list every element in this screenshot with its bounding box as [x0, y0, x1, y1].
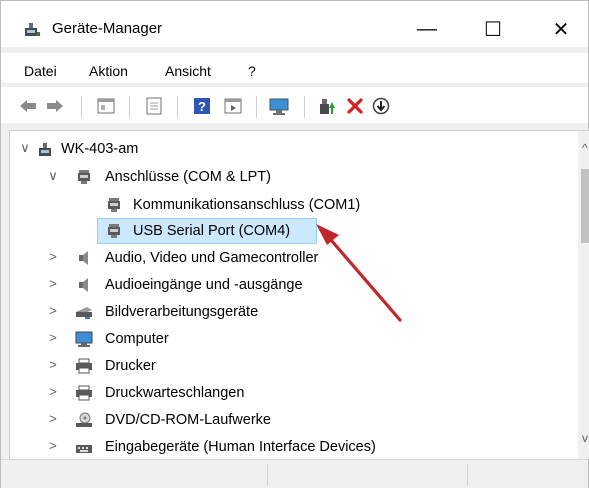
tree-item-label: DVD/CD-ROM-Laufwerke — [105, 412, 271, 428]
expand-icon[interactable]: > — [47, 411, 59, 426]
toolbar-separator — [256, 96, 257, 118]
tree-item-label: Computer — [105, 331, 169, 347]
keyboard-icon — [76, 445, 92, 453]
speaker-icon — [79, 251, 88, 265]
device-tree[interactable]: ^ v — [9, 130, 589, 459]
menu-bar: Datei Aktion Ansicht ? — [1, 53, 588, 83]
tree-item-label: USB Serial Port (COM4) — [133, 223, 291, 239]
tree-item-label: Anschlüsse (COM & LPT) — [105, 169, 271, 185]
tree-item-label: Audio, Video und Gamecontroller — [105, 250, 319, 266]
tree-item-label: Bildverarbeitungsgeräte — [105, 304, 259, 320]
menu-aktion[interactable]: Aktion — [89, 63, 128, 79]
printer-icon — [76, 358, 92, 374]
disable-icon[interactable] — [371, 96, 391, 116]
scrollbar-thumb[interactable] — [581, 169, 589, 243]
status-divider — [467, 464, 468, 486]
port-icon — [108, 224, 120, 238]
window-title: Geräte-Manager — [52, 20, 163, 37]
tree-item-label: Audioeingänge und -ausgänge — [105, 277, 303, 293]
toolbar-separator — [81, 96, 82, 118]
forward-arrow-icon[interactable] — [45, 96, 65, 116]
tree-item-label: Druckwarteschlangen — [105, 385, 245, 401]
maximize-button[interactable]: ☐ — [473, 11, 513, 47]
printer-icon — [76, 385, 92, 401]
view-icon[interactable] — [223, 96, 243, 116]
monitor-icon — [75, 331, 93, 347]
toolbar-separator — [177, 96, 178, 118]
port-icon — [108, 198, 120, 212]
menu-help[interactable]: ? — [248, 63, 256, 79]
properties-icon[interactable] — [96, 96, 116, 116]
help-icon[interactable]: ? — [192, 96, 212, 116]
toolbar-separator — [129, 96, 130, 118]
svg-text:?: ? — [198, 99, 206, 114]
device-manager-app-icon — [25, 23, 40, 36]
expand-icon[interactable]: > — [47, 249, 59, 264]
scroll-down-icon[interactable]: v — [582, 431, 588, 445]
dvd-drive-icon — [76, 412, 92, 427]
tree-root-label: WK-403-am — [61, 141, 139, 157]
collapse-icon[interactable]: ∨ — [47, 168, 59, 184]
vertical-scrollbar[interactable]: ^ v — [578, 131, 589, 459]
port-icon — [78, 170, 90, 184]
scan-hardware-icon[interactable] — [269, 96, 289, 116]
tree-item-label: Eingabegeräte (Human Interface Devices) — [105, 439, 376, 455]
computer-host-icon — [39, 143, 51, 156]
toolbar: ? — [1, 87, 588, 123]
menu-datei[interactable]: Datei — [24, 63, 57, 79]
scroll-up-icon[interactable]: ^ — [582, 141, 588, 155]
menu-ansicht[interactable]: Ansicht — [165, 63, 211, 79]
minimize-button[interactable]: — — [407, 11, 447, 47]
title-bar: Geräte-Manager — ☐ ✕ — [1, 1, 588, 47]
refresh-icon[interactable] — [144, 96, 164, 116]
tree-item-label: Drucker — [105, 358, 156, 374]
device-manager-window: Geräte-Manager — ☐ ✕ Datei Aktion Ansich… — [0, 0, 589, 488]
uninstall-icon[interactable] — [345, 96, 365, 116]
expand-icon[interactable]: > — [47, 438, 59, 453]
collapse-icon[interactable]: ∨ — [19, 140, 31, 156]
expand-icon[interactable]: > — [47, 330, 59, 345]
expand-icon[interactable]: > — [47, 384, 59, 399]
toolbar-separator — [304, 96, 305, 118]
scanner-icon — [76, 307, 92, 319]
tree-item-label: Kommunikationsanschluss (COM1) — [133, 197, 361, 213]
expand-icon[interactable]: > — [47, 357, 59, 372]
status-divider — [267, 464, 268, 486]
close-button[interactable]: ✕ — [541, 11, 581, 47]
status-bar — [1, 459, 588, 488]
speaker-icon — [79, 278, 88, 292]
update-driver-icon[interactable] — [317, 96, 337, 116]
back-arrow-icon[interactable] — [18, 96, 38, 116]
expand-icon[interactable]: > — [47, 303, 59, 318]
expand-icon[interactable]: > — [47, 276, 59, 291]
